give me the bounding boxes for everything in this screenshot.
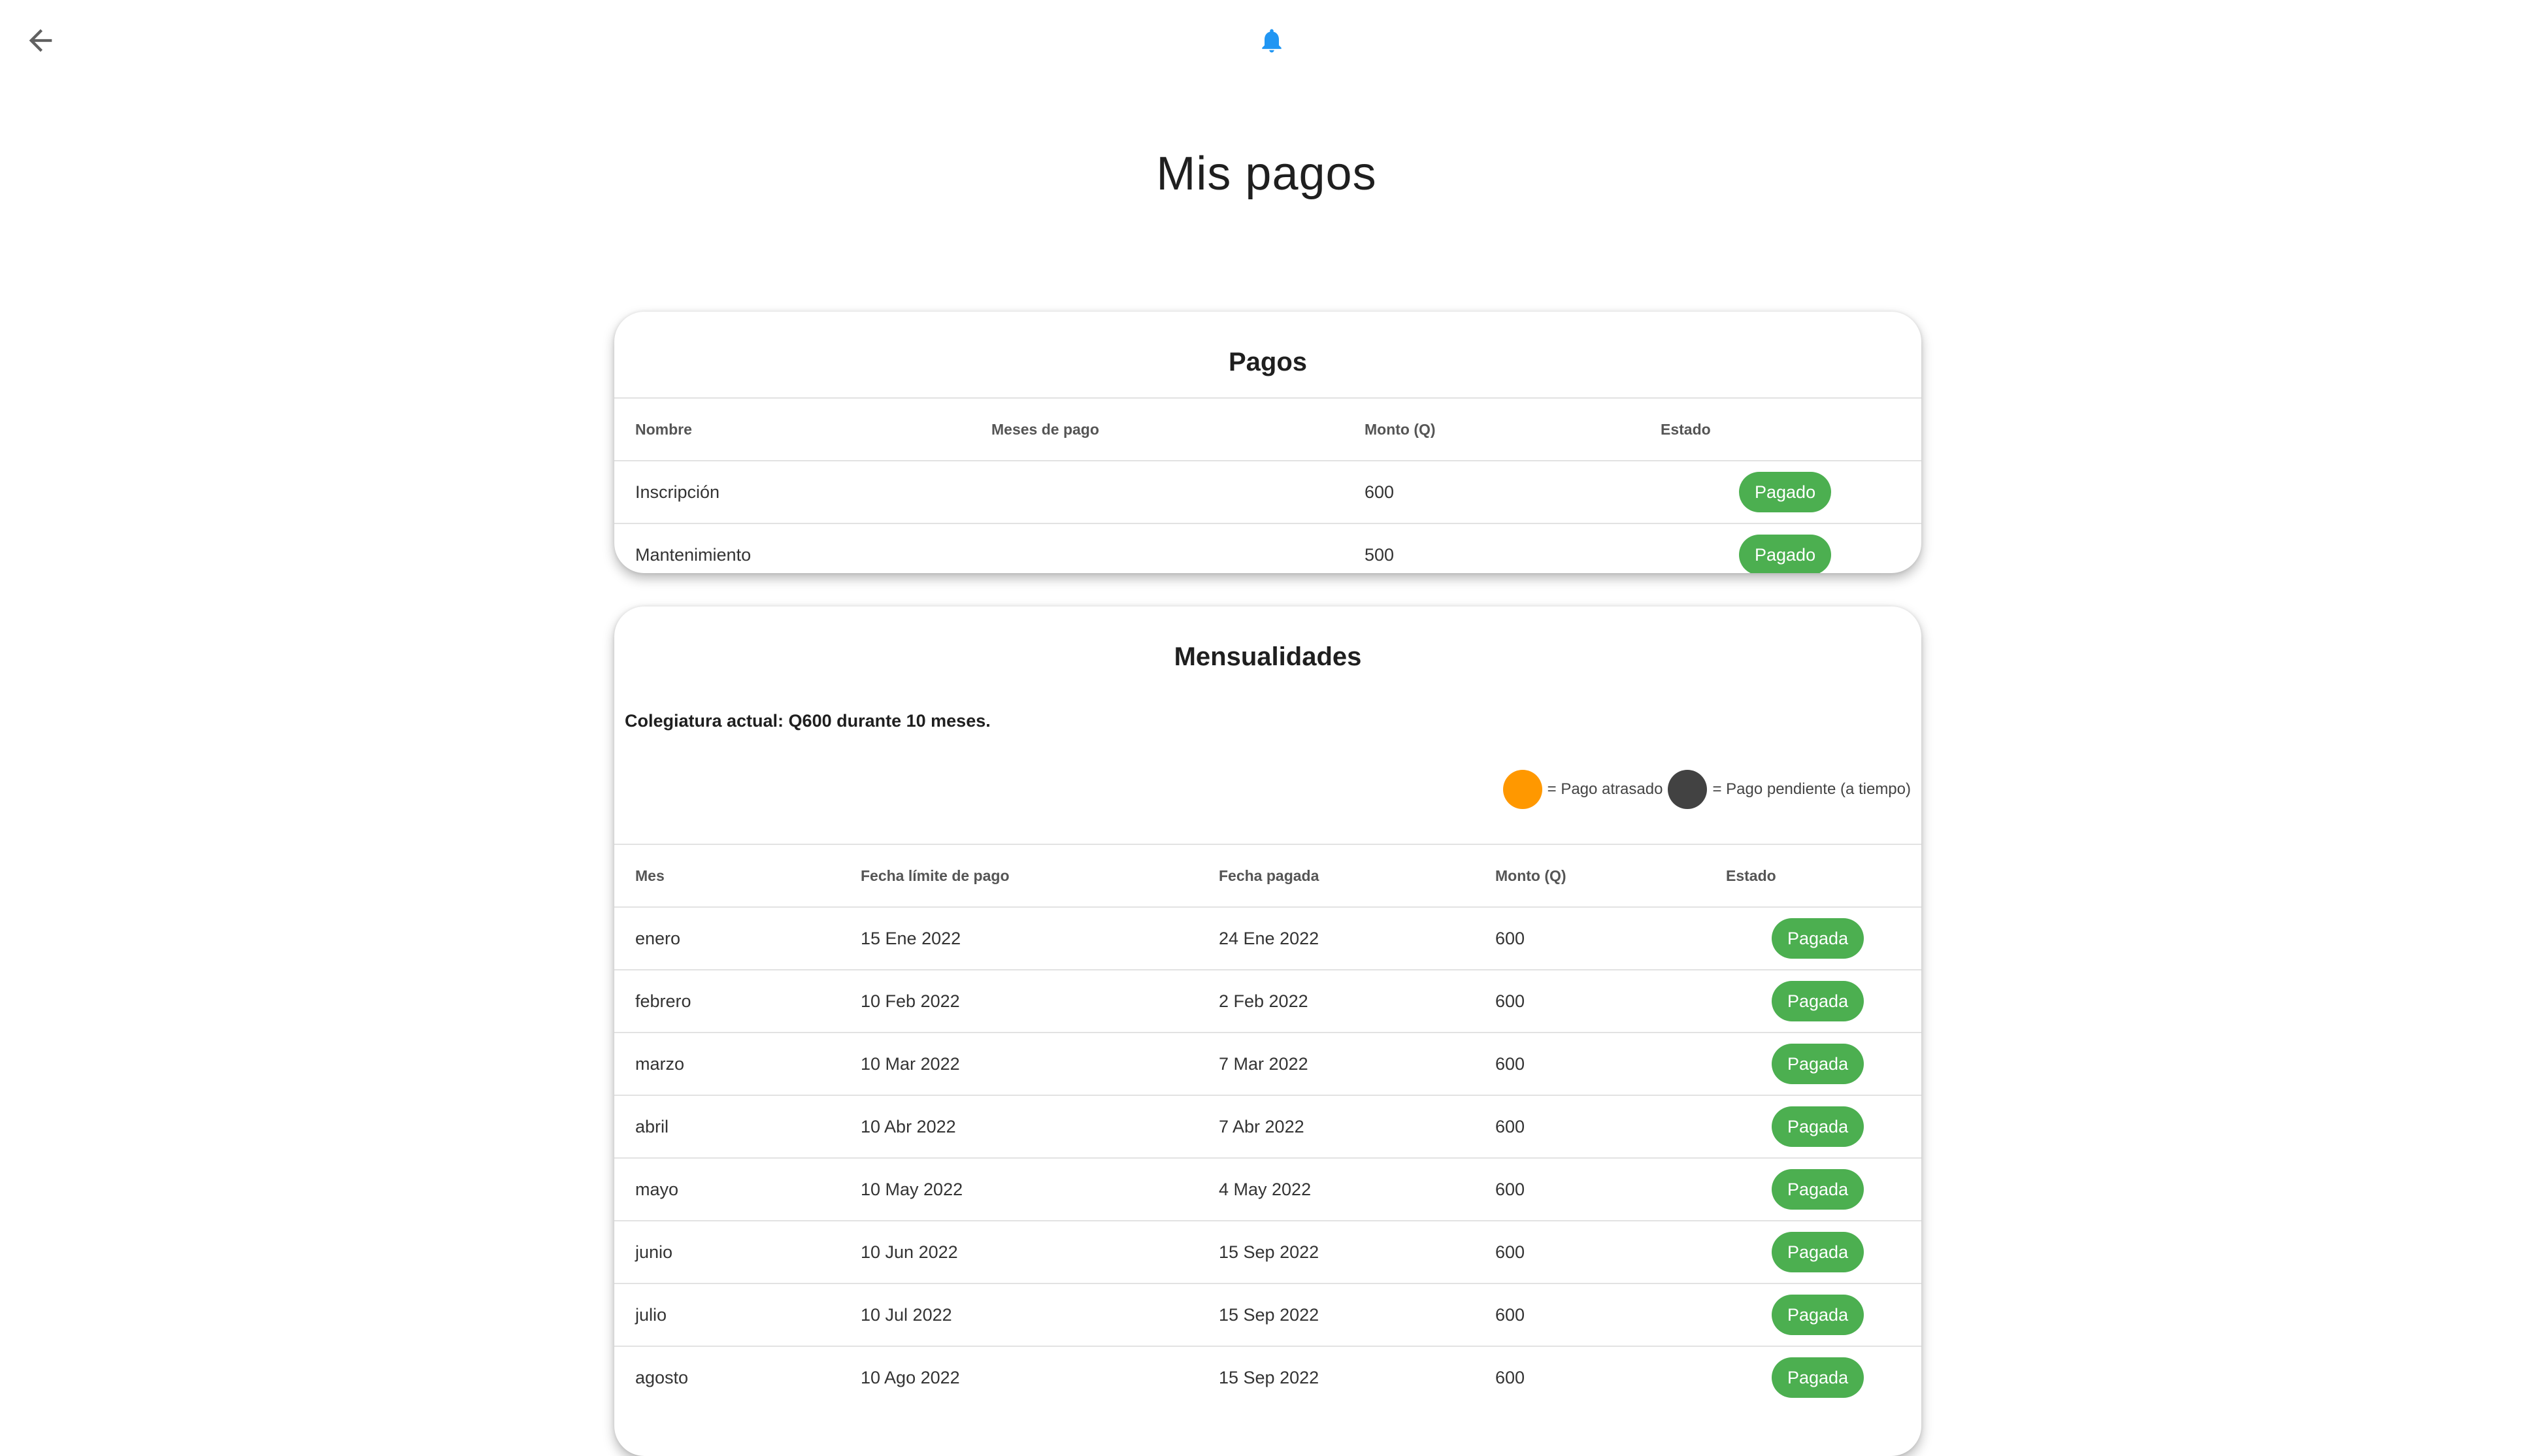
table-row: mayo 10 May 2022 4 May 2022 600 Pagada: [614, 1157, 1921, 1221]
col-estado: Estado: [1661, 397, 1921, 461]
status-badge: Pagada: [1772, 1295, 1864, 1335]
col-monto: Monto (Q): [1365, 397, 1661, 461]
cell-monto: 600: [1495, 1095, 1726, 1158]
page-title: Mis pagos: [1156, 148, 1377, 200]
mensualidades-card: Mensualidades Colegiatura actual: Q600 d…: [614, 606, 1921, 1456]
pending-dot-icon: [1668, 770, 1708, 809]
cell-monto: 600: [1495, 969, 1726, 1033]
status-badge: Pagada: [1772, 1232, 1864, 1272]
cell-limite: 10 Feb 2022: [861, 969, 1219, 1033]
cell-mes: enero: [614, 906, 861, 970]
arrow-back-icon: [29, 29, 52, 52]
cell-pagada: 7 Abr 2022: [1219, 1095, 1495, 1158]
table-row: febrero 10 Feb 2022 2 Feb 2022 600 Pagada: [614, 969, 1921, 1033]
status-badge: Pagada: [1772, 1044, 1864, 1084]
col-nombre: Nombre: [614, 397, 991, 461]
legend-late: = Pago atrasado: [1547, 780, 1663, 798]
back-button[interactable]: [20, 20, 61, 61]
table-row: junio 10 Jun 2022 15 Sep 2022 600 Pagada: [614, 1220, 1921, 1283]
status-badge: Pagada: [1772, 981, 1864, 1021]
notifications-button[interactable]: [1255, 24, 1289, 58]
cell-pagada: 24 Ene 2022: [1219, 906, 1495, 970]
cell-monto: 600: [1495, 1157, 1726, 1221]
mensualidades-title: Mensualidades: [1174, 642, 1362, 671]
cell-pagada: 15 Sep 2022: [1219, 1220, 1495, 1283]
cell-mes: mayo: [614, 1157, 861, 1221]
status-badge: Pagada: [1772, 1106, 1864, 1147]
cell-pagada: 7 Mar 2022: [1219, 1032, 1495, 1095]
table-header-row: Nombre Meses de pago Monto (Q) Estado: [614, 397, 1921, 461]
table-row: agosto 10 Ago 2022 15 Sep 2022 600 Pagada: [614, 1346, 1921, 1408]
status-badge: Pagado: [1739, 535, 1832, 573]
pagos-card: Pagos Nombre Meses de pago Monto (Q) Est…: [614, 312, 1921, 573]
col-meses: Meses de pago: [991, 397, 1365, 461]
cell-limite: 10 May 2022: [861, 1157, 1219, 1221]
cell-monto: 600: [1495, 1032, 1726, 1095]
cell-limite: 15 Ene 2022: [861, 906, 1219, 970]
cell-meses: [991, 460, 1365, 523]
cell-nombre: Mantenimiento: [614, 523, 991, 573]
cell-mes: febrero: [614, 969, 861, 1033]
mensualidades-table: Mes Fecha límite de pago Fecha pagada Mo…: [614, 844, 1921, 1408]
cell-monto: 600: [1495, 1346, 1726, 1408]
table-row: enero 15 Ene 2022 24 Ene 2022 600 Pagada: [614, 906, 1921, 970]
cell-monto: 600: [1495, 1283, 1726, 1346]
cell-pagada: 15 Sep 2022: [1219, 1346, 1495, 1408]
table-row: Mantenimiento 500 Pagado: [614, 523, 1921, 573]
table-row: abril 10 Abr 2022 7 Abr 2022 600 Pagada: [614, 1095, 1921, 1158]
col-limite: Fecha límite de pago: [861, 844, 1219, 907]
cell-pagada: 2 Feb 2022: [1219, 969, 1495, 1033]
legend-pending: = Pago pendiente (a tiempo): [1712, 780, 1911, 798]
cell-pagada: 4 May 2022: [1219, 1157, 1495, 1221]
cell-mes: julio: [614, 1283, 861, 1346]
cell-limite: 10 Mar 2022: [861, 1032, 1219, 1095]
status-badge: Pagada: [1772, 918, 1864, 959]
status-badge: Pagada: [1772, 1169, 1864, 1210]
cell-monto: 600: [1495, 1220, 1726, 1283]
cell-mes: marzo: [614, 1032, 861, 1095]
table-row: julio 10 Jul 2022 15 Sep 2022 600 Pagada: [614, 1283, 1921, 1346]
legend: = Pago atrasado = Pago pendiente (a tiem…: [1502, 770, 1911, 809]
bell-icon: [1262, 29, 1282, 53]
cell-monto: 500: [1365, 523, 1661, 573]
col-estado: Estado: [1726, 844, 1921, 907]
status-badge: Pagada: [1772, 1357, 1864, 1398]
table-row: marzo 10 Mar 2022 7 Mar 2022 600 Pagada: [614, 1032, 1921, 1095]
cell-mes: agosto: [614, 1346, 861, 1408]
cell-mes: abril: [614, 1095, 861, 1158]
cell-pagada: 15 Sep 2022: [1219, 1283, 1495, 1346]
table-header-row: Mes Fecha límite de pago Fecha pagada Mo…: [614, 844, 1921, 907]
pagos-table: Nombre Meses de pago Monto (Q) Estado In…: [614, 397, 1921, 573]
colegiatura-info: Colegiatura actual: Q600 durante 10 mese…: [625, 711, 991, 731]
table-row: Inscripción 600 Pagado: [614, 460, 1921, 523]
pagos-title: Pagos: [1228, 348, 1308, 376]
cell-limite: 10 Jul 2022: [861, 1283, 1219, 1346]
cell-nombre: Inscripción: [614, 460, 991, 523]
col-mes: Mes: [614, 844, 861, 907]
cell-limite: 10 Ago 2022: [861, 1346, 1219, 1408]
late-dot-icon: [1502, 770, 1542, 809]
col-monto: Monto (Q): [1495, 844, 1726, 907]
status-badge: Pagado: [1739, 472, 1832, 512]
cell-monto: 600: [1495, 906, 1726, 970]
cell-limite: 10 Jun 2022: [861, 1220, 1219, 1283]
cell-mes: junio: [614, 1220, 861, 1283]
col-pagada: Fecha pagada: [1219, 844, 1495, 907]
cell-meses: [991, 523, 1365, 573]
cell-limite: 10 Abr 2022: [861, 1095, 1219, 1158]
cell-monto: 600: [1365, 460, 1661, 523]
